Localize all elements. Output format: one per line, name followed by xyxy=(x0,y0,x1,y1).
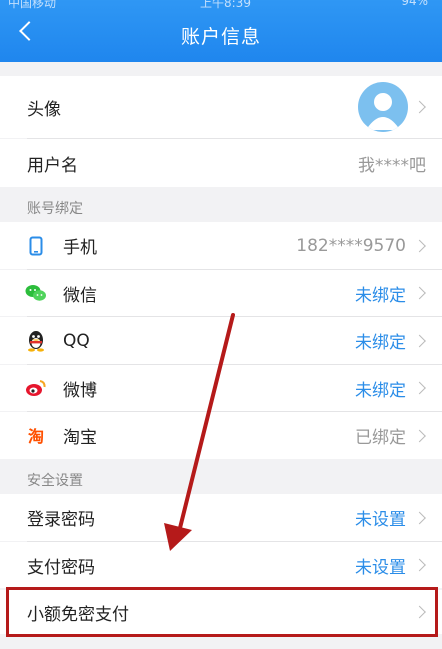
annotation-arrow-icon xyxy=(164,313,235,551)
